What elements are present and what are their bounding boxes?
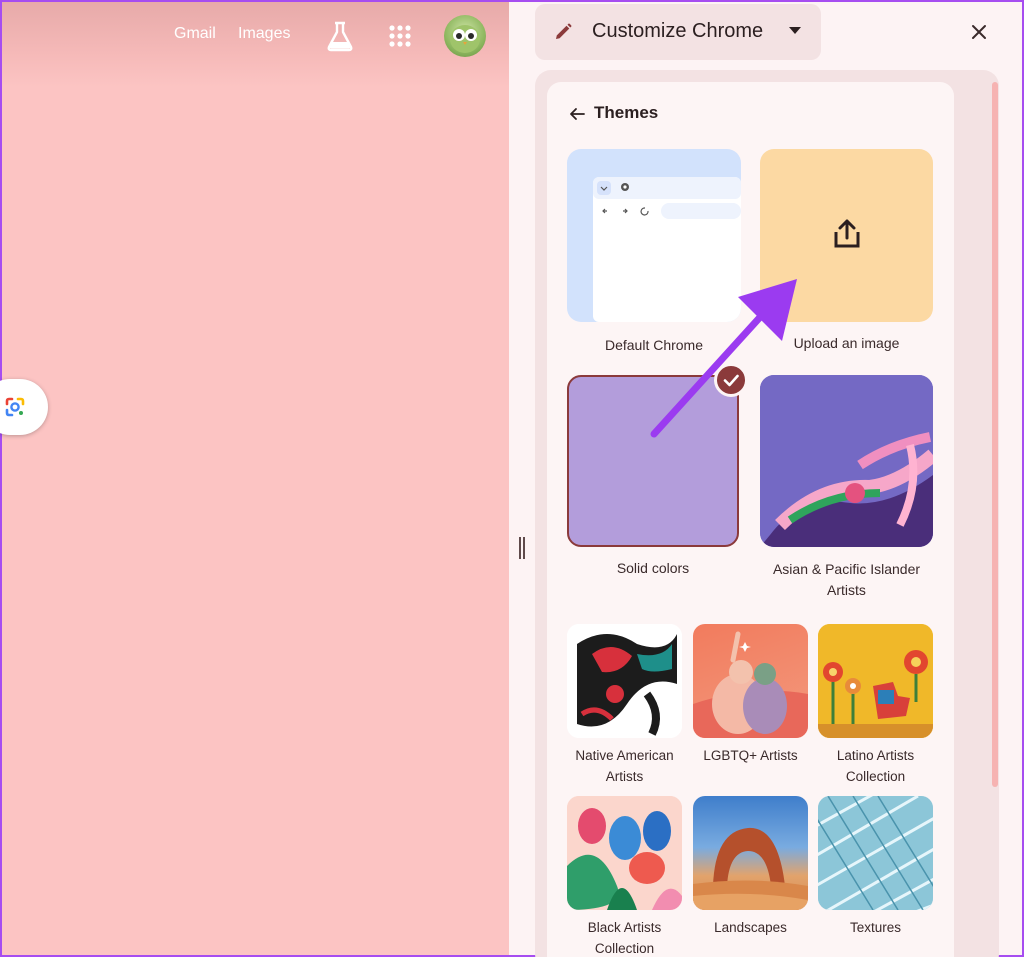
- lgbtq-artwork-image: [693, 631, 808, 738]
- texture-glass-image: [818, 796, 933, 910]
- resize-handle[interactable]: [517, 537, 527, 561]
- side-panel-title: Customize Chrome: [592, 20, 764, 42]
- theme-label: Solid colors: [616, 560, 690, 576]
- avatar-owl-icon: [450, 25, 480, 53]
- gmail-link[interactable]: Gmail: [174, 25, 216, 43]
- apps-grid-icon[interactable]: [388, 24, 412, 48]
- theme-label: Native American Artists: [575, 748, 674, 784]
- theme-tile-lgbtq-artists[interactable]: [693, 624, 808, 738]
- back-arrow-icon[interactable]: [569, 106, 585, 122]
- black-artists-artwork-image: [567, 796, 682, 910]
- top-bar: Gmail Images: [2, 2, 509, 87]
- theme-label: Asian & Pacific Islander Artists: [772, 561, 921, 598]
- chevron-down-icon[interactable]: [789, 27, 801, 35]
- lens-icon: [5, 397, 25, 417]
- latino-artwork-image: [818, 624, 933, 738]
- theme-tile-asian-pacific-islander-artists[interactable]: [760, 375, 933, 547]
- theme-tile-upload-image[interactable]: [760, 149, 933, 322]
- theme-tile-textures[interactable]: [818, 796, 933, 910]
- close-icon[interactable]: [968, 21, 990, 43]
- theme-tile-native-american-artists[interactable]: [567, 624, 682, 738]
- themes-heading: Themes: [594, 103, 659, 122]
- native-artwork-image: [567, 624, 682, 738]
- side-panel-header[interactable]: Customize Chrome: [535, 4, 821, 60]
- browser-preview-icon: [593, 177, 741, 322]
- selected-check-icon: [714, 363, 748, 397]
- theme-label: Default Chrome: [604, 337, 704, 353]
- upload-icon: [834, 219, 860, 248]
- images-link[interactable]: Images: [238, 25, 290, 43]
- theme-tile-black-artists-collection[interactable]: [567, 796, 682, 910]
- theme-label: Latino Artists Collection: [836, 748, 915, 784]
- landscape-arch-image: [693, 827, 808, 910]
- theme-label: Landscapes: [714, 920, 787, 935]
- theme-label: Black Artists Collection: [587, 920, 662, 956]
- pencil-icon: [556, 23, 572, 39]
- theme-label: LGBTQ+ Artists: [703, 748, 798, 763]
- flask-icon[interactable]: [325, 20, 355, 52]
- new-tab-page: Gmail Images: [0, 2, 509, 955]
- theme-tile-landscapes[interactable]: [693, 796, 808, 910]
- aapi-artwork-image: [760, 375, 933, 547]
- theme-label: Textures: [849, 920, 902, 935]
- theme-label: Upload an image: [793, 335, 900, 351]
- google-lens-button[interactable]: [0, 379, 48, 435]
- scrollbar[interactable]: [992, 82, 998, 787]
- profile-avatar[interactable]: [444, 15, 486, 57]
- theme-tile-default-chrome[interactable]: [567, 149, 741, 322]
- theme-tile-latino-artists-collection[interactable]: [818, 624, 933, 738]
- theme-tile-solid-colors[interactable]: [567, 375, 739, 547]
